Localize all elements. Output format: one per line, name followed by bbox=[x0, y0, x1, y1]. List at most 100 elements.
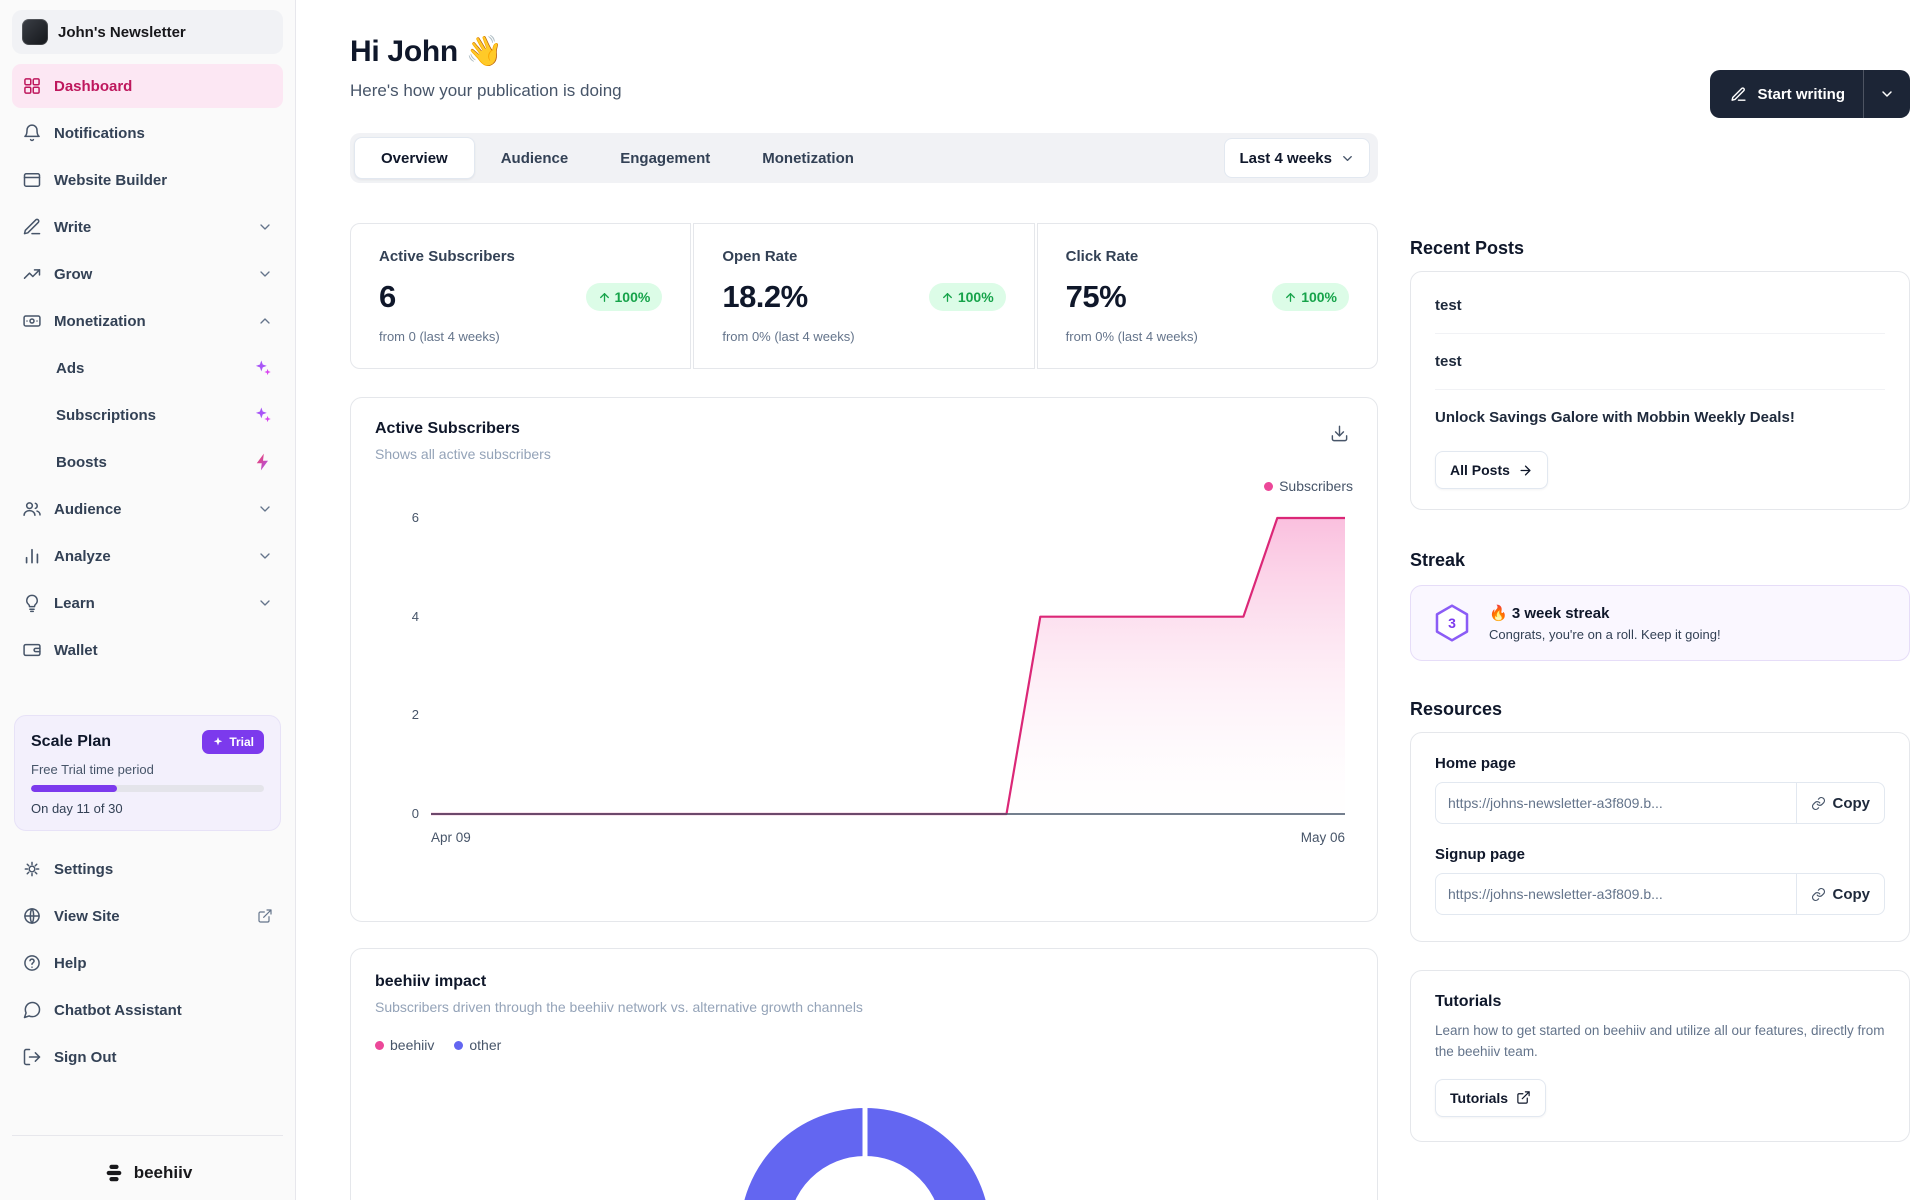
stat-change-value: 100% bbox=[957, 289, 994, 305]
arrow-up-icon bbox=[942, 292, 952, 302]
trend-up-icon bbox=[23, 269, 41, 279]
sidebar-item-label: Ads bbox=[56, 359, 85, 377]
copy-label: Copy bbox=[1832, 794, 1871, 812]
home-page-url-input[interactable] bbox=[1435, 782, 1796, 824]
stat-card-click-rate: Click Rate 75% 100% from 0% (last 4 week… bbox=[1036, 223, 1378, 369]
signup-page-label: Signup page bbox=[1435, 846, 1525, 863]
streak-message: Congrats, you're on a roll. Keep it goin… bbox=[1489, 627, 1721, 642]
right-column: Start writing Recent Posts test test Unl… bbox=[1410, 0, 1910, 1200]
tab-engagement[interactable]: Engagement bbox=[594, 137, 736, 179]
stat-change-badge: 100% bbox=[1272, 283, 1349, 311]
impact-legend: beehiiv other bbox=[375, 1037, 1353, 1053]
post-list-item[interactable]: Unlock Savings Galore with Mobbin Weekly… bbox=[1435, 390, 1885, 445]
stat-change-badge: 100% bbox=[928, 283, 1006, 311]
x-tick-label-end: May 06 bbox=[1301, 830, 1345, 845]
sidebar-item-label: Website Builder bbox=[54, 171, 168, 189]
stat-baseline: from 0% (last 4 weeks) bbox=[722, 329, 855, 344]
workspace-switcher[interactable]: John's Newsletter bbox=[12, 10, 283, 54]
sidebar-item-help[interactable]: Help bbox=[12, 941, 283, 985]
bell-icon bbox=[24, 124, 40, 142]
chevron-up-icon bbox=[260, 318, 270, 324]
arrow-up-icon bbox=[599, 292, 609, 302]
sidebar-item-write[interactable]: Write bbox=[12, 205, 283, 249]
y-tick-label: 6 bbox=[412, 510, 419, 525]
sidebar-item-notifications[interactable]: Notifications bbox=[12, 111, 283, 155]
users-icon bbox=[23, 502, 41, 516]
copy-home-url-button[interactable]: Copy bbox=[1795, 782, 1885, 824]
workspace-name: John's Newsletter bbox=[58, 23, 186, 41]
sidebar-item-label: Write bbox=[54, 218, 92, 236]
trial-badge[interactable]: Trial bbox=[202, 730, 264, 754]
sidebar-item-monetization[interactable]: Monetization bbox=[12, 299, 283, 343]
beehiiv-logo-icon bbox=[106, 1164, 122, 1182]
chart-title: Active Subscribers bbox=[375, 420, 520, 437]
start-writing-split-button: Start writing bbox=[1710, 70, 1910, 118]
legend-dot-icon bbox=[454, 1040, 464, 1050]
tab-overview[interactable]: Overview bbox=[354, 137, 475, 179]
sidebar-item-label: Dashboard bbox=[54, 77, 133, 95]
sidebar-item-sign-out[interactable]: Sign Out bbox=[12, 1035, 283, 1079]
stat-value: 6 bbox=[379, 279, 396, 314]
tutorials-description: Learn how to get started on beehiiv and … bbox=[1435, 1023, 1885, 1059]
sidebar-item-website-builder[interactable]: Website Builder bbox=[12, 158, 283, 202]
sidebar-item-subscriptions[interactable]: Subscriptions bbox=[12, 393, 283, 437]
x-tick-label-start: Apr 09 bbox=[431, 830, 471, 845]
help-circle-icon bbox=[24, 955, 40, 971]
download-chart-button[interactable] bbox=[1326, 420, 1353, 450]
trial-progress-bar bbox=[31, 785, 264, 792]
sidebar-item-label: Subscriptions bbox=[56, 406, 157, 424]
home-page-label: Home page bbox=[1435, 755, 1516, 772]
sidebar-item-dashboard[interactable]: Dashboard bbox=[12, 64, 283, 108]
all-posts-button[interactable]: All Posts bbox=[1435, 451, 1548, 489]
brand-name: beehiiv bbox=[133, 1163, 193, 1182]
post-list-item[interactable]: test bbox=[1435, 278, 1885, 334]
dashboard-grid-icon bbox=[24, 78, 40, 94]
stat-change-value: 100% bbox=[1301, 289, 1337, 305]
sidebar-item-boosts[interactable]: Boosts bbox=[12, 440, 283, 484]
sidebar-item-label: View Site bbox=[54, 907, 120, 925]
copy-signup-url-button[interactable]: Copy bbox=[1795, 873, 1885, 915]
sidebar-item-label: Audience bbox=[54, 500, 122, 518]
stat-change-badge: 100% bbox=[585, 283, 663, 311]
beehiiv-brand: beehiiv bbox=[12, 1135, 283, 1184]
app: John's Newsletter Dashboard Notification… bbox=[0, 0, 1920, 1200]
tab-audience[interactable]: Audience bbox=[475, 137, 595, 179]
sidebar-item-ads[interactable]: Ads bbox=[12, 346, 283, 390]
sidebar-item-label: Grow bbox=[54, 265, 93, 283]
sidebar-item-view-site[interactable]: View Site bbox=[12, 894, 283, 938]
signup-page-url-input[interactable] bbox=[1435, 873, 1796, 915]
sidebar-item-label: Settings bbox=[54, 860, 114, 878]
post-list-item[interactable]: test bbox=[1435, 334, 1885, 390]
sidebar-item-wallet[interactable]: Wallet bbox=[12, 628, 283, 672]
sidebar-item-analyze[interactable]: Analyze bbox=[12, 534, 283, 578]
y-tick-label: 0 bbox=[412, 806, 419, 821]
plan-card: Scale Plan Trial Free Trial time period … bbox=[14, 715, 281, 831]
start-writing-menu-button[interactable] bbox=[1864, 70, 1910, 118]
tutorials-button[interactable]: Tutorials bbox=[1435, 1078, 1547, 1117]
gear-icon bbox=[24, 861, 40, 877]
sidebar-item-settings[interactable]: Settings bbox=[12, 847, 283, 891]
sidebar-item-audience[interactable]: Audience bbox=[12, 487, 283, 531]
chevron-down-icon bbox=[260, 506, 270, 512]
plan-period-label: Free Trial time period bbox=[31, 762, 154, 777]
legend-item-other: other bbox=[454, 1037, 501, 1053]
content-column: Hi John 👋 Here's how your publication is… bbox=[350, 0, 1378, 1200]
plan-day-label: On day 11 of 30 bbox=[31, 801, 123, 816]
sidebar-item-chatbot-assistant[interactable]: Chatbot Assistant bbox=[12, 988, 283, 1032]
lightbulb-icon bbox=[26, 594, 38, 613]
start-writing-button[interactable]: Start writing bbox=[1710, 70, 1863, 118]
sign-out-icon bbox=[23, 1048, 41, 1066]
legend-dot-icon bbox=[1264, 481, 1274, 491]
stat-label: Active Subscribers bbox=[379, 248, 515, 265]
sidebar-item-grow[interactable]: Grow bbox=[12, 252, 283, 296]
legend-dot-icon bbox=[375, 1040, 384, 1050]
trial-badge-label: Trial bbox=[229, 735, 254, 749]
stat-value: 18.2% bbox=[722, 279, 808, 314]
tab-monetization[interactable]: Monetization bbox=[736, 137, 880, 179]
stat-label: Open Rate bbox=[722, 248, 798, 265]
period-selector[interactable]: Last 4 weeks bbox=[1224, 138, 1370, 178]
sidebar-item-learn[interactable]: Learn bbox=[12, 581, 283, 625]
recent-posts-card: test test Unlock Savings Galore with Mob… bbox=[1410, 271, 1910, 510]
tutorials-button-label: Tutorials bbox=[1450, 1089, 1509, 1106]
all-posts-label: All Posts bbox=[1450, 462, 1510, 478]
